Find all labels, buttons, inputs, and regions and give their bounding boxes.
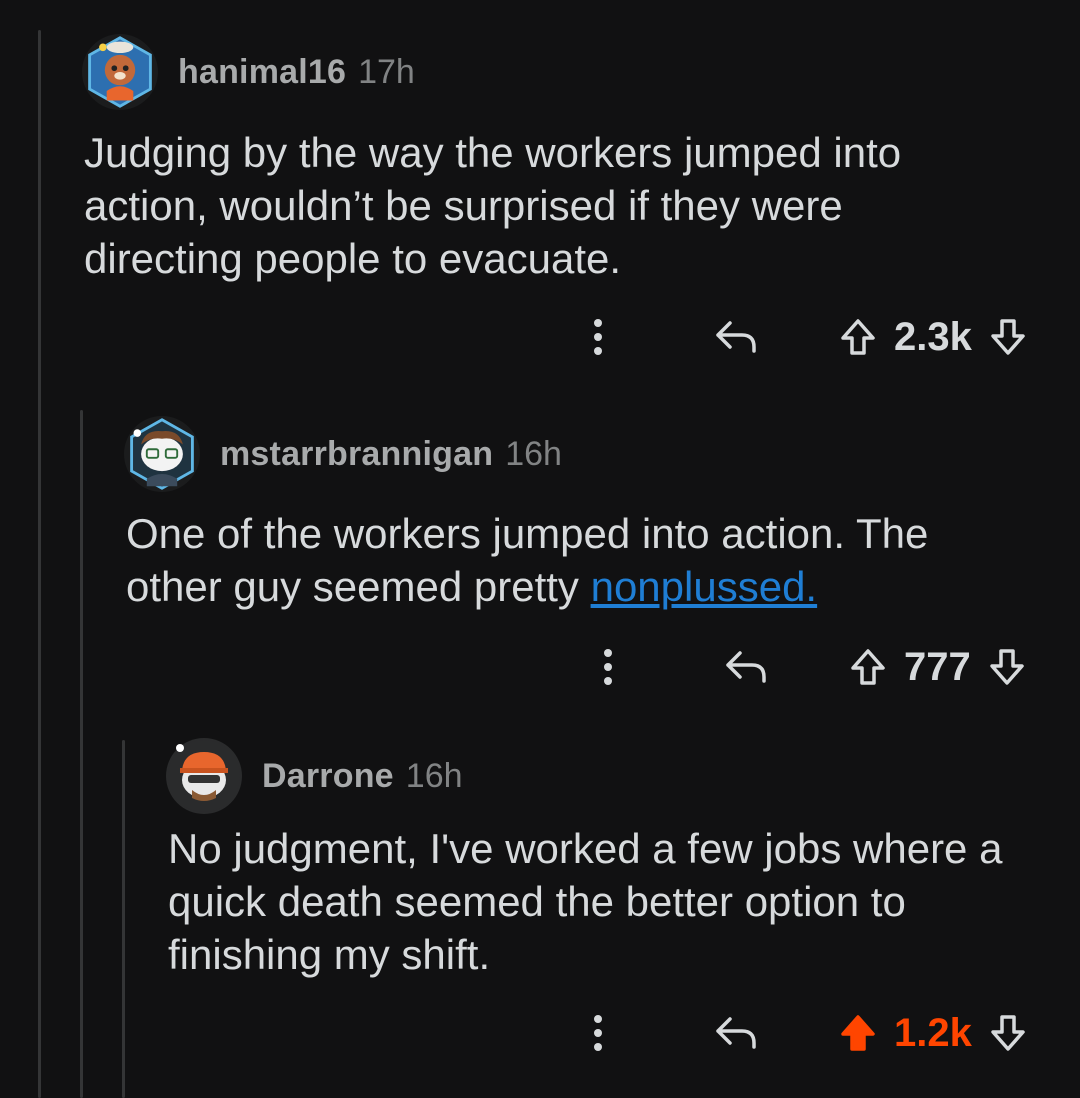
username[interactable]: Darrone [262, 757, 394, 796]
comment-darrone: Darrone 16h No judgment, I've worked a f… [0, 0, 1080, 1098]
more-options-icon[interactable] [580, 1008, 616, 1058]
upvote-icon-active[interactable] [836, 1008, 880, 1058]
vote-score: 1.2k [894, 1010, 972, 1055]
downvote-icon[interactable] [986, 1008, 1030, 1058]
comment-actions: 1.2k [580, 1008, 1030, 1058]
comment-header: Darrone 16h [166, 738, 463, 814]
snoo-hardhat-avatar-icon[interactable] [166, 738, 242, 814]
timestamp: 16h [405, 756, 463, 795]
comment-body: No judgment, I've worked a few jobs wher… [168, 825, 1003, 978]
reply-icon[interactable] [706, 1008, 766, 1058]
